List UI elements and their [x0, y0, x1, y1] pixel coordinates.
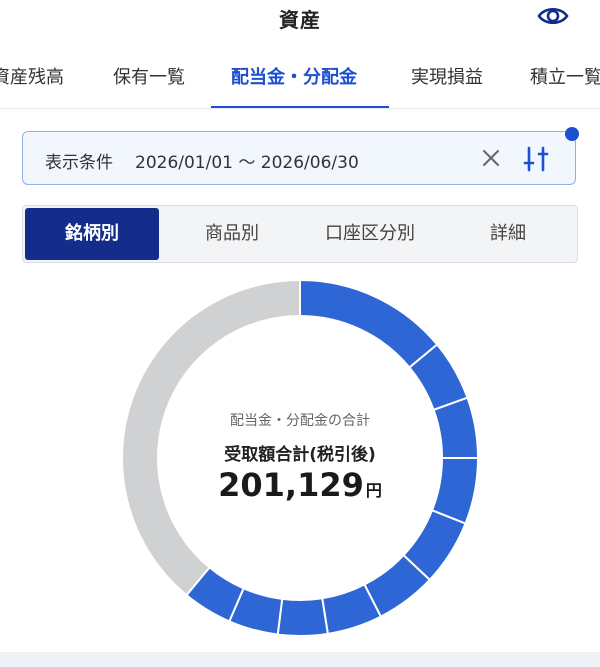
total-amount-value: 201,129: [218, 466, 364, 504]
visibility-toggle-button[interactable]: [536, 2, 570, 30]
tab-asset-balance[interactable]: 資産残高: [0, 52, 64, 106]
currency-unit: 円: [365, 481, 382, 500]
clear-filter-button[interactable]: [479, 146, 503, 170]
tab-accumulation[interactable]: 積立一覧: [530, 52, 600, 106]
asset-tabs: 資産残高 保有一覧 配当金・分配金 実現損益 積立一覧: [0, 52, 600, 109]
display-condition-bar[interactable]: 表示条件 2026/01/01 〜 2026/06/30: [22, 131, 576, 185]
breakdown-segmented-control: 銘柄別 商品別 口座区分別 詳細: [22, 205, 578, 263]
bottom-card-edge: [0, 652, 600, 667]
eye-icon: [537, 7, 569, 25]
donut-slice-7[interactable]: [276, 597, 329, 637]
total-label: 受取額合計(税引後): [224, 445, 376, 465]
donut-slice-10[interactable]: [121, 278, 301, 597]
dividend-donut-chart: 配当金・分配金の合計 受取額合計(税引後) 201,129 円: [0, 270, 600, 650]
segment-by-account-type[interactable]: 口座区分別: [301, 206, 439, 262]
chart-caption: 配当金・分配金の合計: [230, 413, 370, 429]
segment-by-stock[interactable]: 銘柄別: [25, 208, 159, 260]
filter-settings-button[interactable]: [521, 144, 551, 174]
app-header: 資産: [0, 0, 600, 48]
tab-holdings[interactable]: 保有一覧: [113, 52, 185, 106]
active-tab-indicator: [211, 106, 389, 108]
segment-by-product[interactable]: 商品別: [163, 206, 301, 262]
filter-active-dot: [565, 127, 579, 141]
tab-realized-pnl[interactable]: 実現損益: [411, 52, 483, 106]
tab-dividends[interactable]: 配当金・分配金: [231, 52, 357, 106]
date-range-value: 2026/01/01 〜 2026/06/30: [135, 153, 359, 173]
page-title: 資産: [279, 8, 321, 32]
filter-label: 表示条件: [45, 153, 113, 173]
segment-detail[interactable]: 詳細: [439, 206, 577, 262]
total-amount: 201,129 円: [0, 466, 600, 504]
sliders-icon: [523, 146, 549, 172]
close-icon: [483, 150, 499, 166]
donut-slice-0[interactable]: [299, 278, 439, 369]
